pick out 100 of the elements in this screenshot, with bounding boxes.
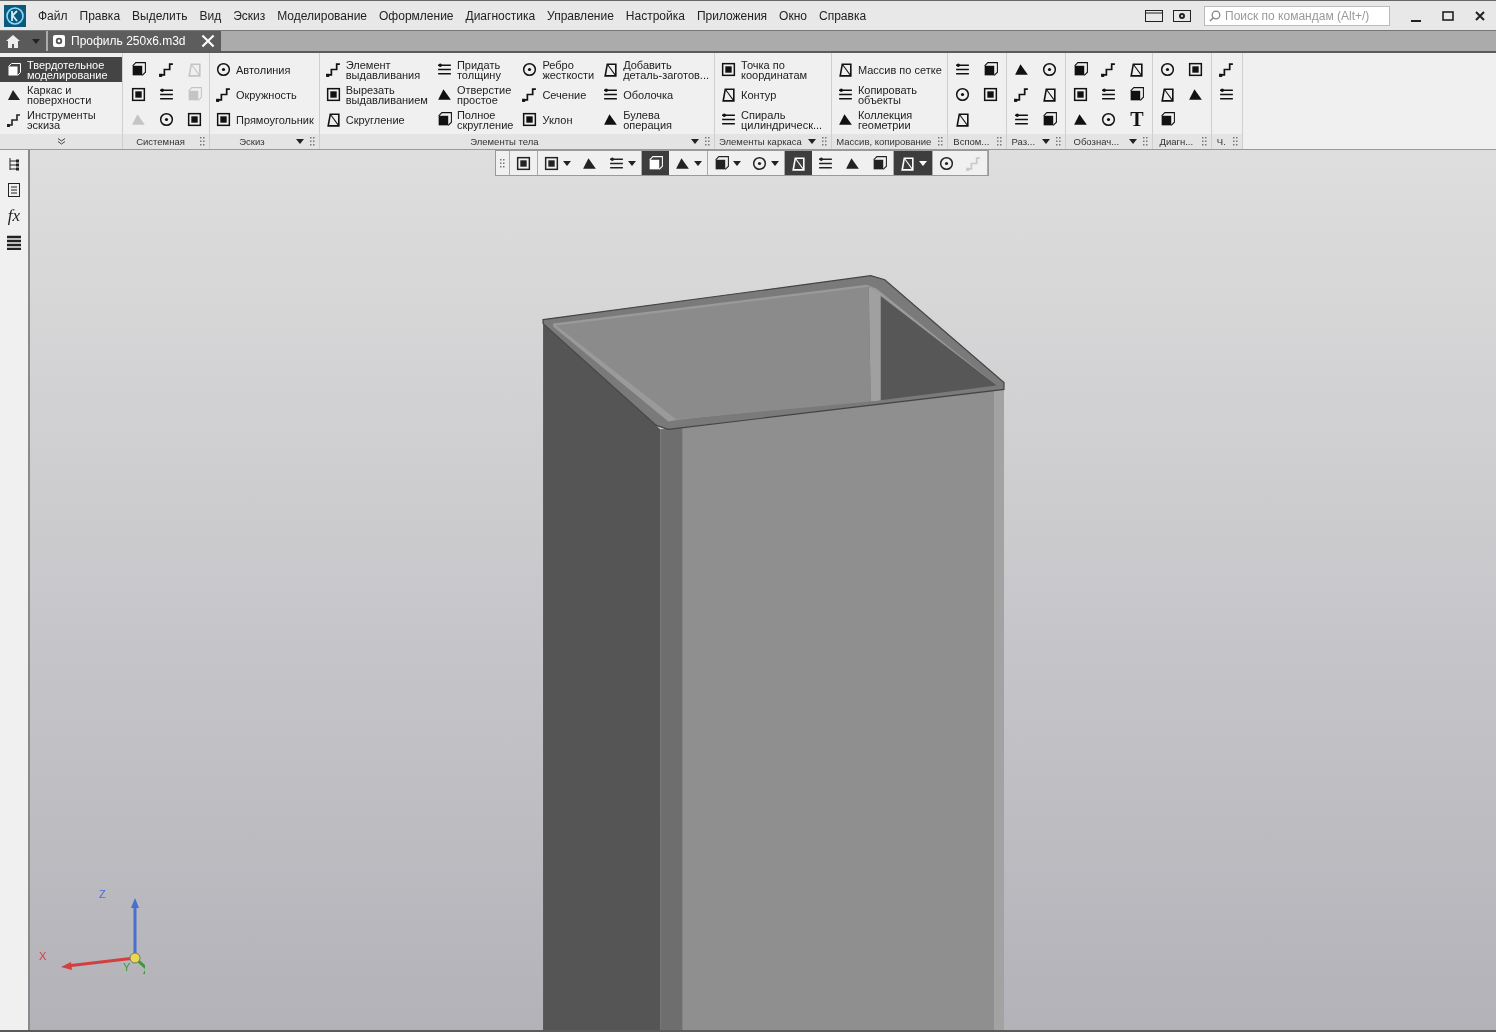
caret-icon[interactable]: [563, 160, 571, 166]
tool-icon: [129, 86, 147, 103]
menu-item[interactable]: Управление: [541, 5, 620, 26]
grip-icon: [1055, 137, 1061, 146]
app-logo-icon: [4, 4, 26, 27]
menu-item[interactable]: Оформление: [373, 5, 460, 26]
ribbon-button[interactable]: Копировать объекты: [834, 82, 944, 107]
view-icon: [899, 154, 916, 172]
grip-icon: [309, 137, 315, 146]
group-title: Эскиз: [238, 136, 266, 147]
tool-icon: [1187, 86, 1205, 103]
mode-button[interactable]: Твердотельное моделирование: [0, 57, 122, 82]
tool-icon: [157, 111, 175, 128]
ribbon-button[interactable]: Уклон: [519, 107, 597, 132]
ribbon-button[interactable]: Контур: [718, 82, 828, 107]
dropdown-caret-icon[interactable]: [1041, 139, 1050, 144]
tool-icon: [602, 86, 620, 103]
tool-icon: [129, 111, 147, 128]
menu-item[interactable]: Эскиз: [227, 5, 272, 26]
mode-button[interactable]: Каркас и поверхности: [0, 82, 122, 107]
menu-item[interactable]: Диагностика: [459, 5, 542, 26]
ribbon-button[interactable]: Вырезать выдавливанием: [322, 82, 430, 107]
grip-icon: [1232, 137, 1238, 146]
grip-icon: [200, 137, 205, 146]
view-button[interactable]: [642, 151, 669, 175]
tool-icon: [1159, 61, 1177, 78]
tool-icon: [1128, 86, 1146, 103]
tool-icon: [324, 61, 342, 78]
dropdown-caret-icon[interactable]: [295, 139, 304, 144]
caret-icon[interactable]: [733, 160, 741, 166]
tool-icon: [324, 111, 342, 128]
expand-chevron-icon[interactable]: [56, 138, 66, 145]
group-title: Системная: [135, 136, 186, 147]
axis-label: Y: [123, 961, 131, 973]
dropdown-caret-icon[interactable]: [691, 139, 700, 144]
view-icon: [790, 154, 807, 172]
list-icon: [6, 182, 22, 198]
menu-item[interactable]: Настройка: [619, 5, 691, 26]
menu-item[interactable]: Вид: [193, 5, 228, 26]
menu-item[interactable]: Справка: [813, 5, 873, 26]
view-button[interactable]: [785, 151, 812, 175]
menu-item[interactable]: Файл: [32, 5, 74, 26]
tool-icon: [954, 111, 972, 128]
tool-icon: [185, 111, 203, 128]
ribbon-button[interactable]: Элемент выдавливания: [322, 57, 430, 82]
view-icon: [515, 154, 532, 172]
tool-icon: [982, 61, 1000, 78]
tool-icon: [1072, 86, 1090, 103]
ribbon-button[interactable]: Ребро жесткости: [519, 57, 597, 82]
tool-icon: [1218, 86, 1236, 103]
ribbon-button[interactable]: Сечение: [519, 82, 597, 107]
menu-item[interactable]: Моделирование: [271, 5, 374, 26]
view-icon: [871, 154, 888, 172]
group-title: Обознач...: [1072, 136, 1121, 147]
tool-icon: [215, 111, 232, 128]
minimize-icon: [1410, 19, 1422, 22]
ribbon-button[interactable]: Спираль цилиндрическ...: [718, 107, 828, 132]
ribbon-button[interactable]: Добавить деталь-заготов...: [600, 57, 712, 82]
tool-icon: [836, 111, 854, 128]
caret-icon[interactable]: [771, 160, 779, 166]
ribbon-button[interactable]: Коллекция геометрии: [834, 107, 944, 132]
ribbon-button[interactable]: Полное скругление: [433, 107, 516, 132]
ribbon-button[interactable]: Прямоугольник: [213, 107, 316, 132]
view-dropdown-button[interactable]: [894, 151, 932, 175]
ribbon-button[interactable]: Окружность: [213, 82, 316, 107]
close-icon[interactable]: [200, 34, 215, 48]
grip-icon: [821, 137, 827, 146]
home-button[interactable]: [0, 31, 26, 51]
grip-icon: [500, 158, 505, 168]
tool-icon: [1100, 111, 1118, 128]
dropdown-caret-icon[interactable]: [807, 139, 816, 144]
tool-icon: [954, 86, 972, 103]
menu-item[interactable]: Выделить: [126, 5, 194, 26]
grip-icon: [996, 137, 1002, 146]
group-title: Вспом...: [952, 136, 991, 147]
variables-button[interactable]: fx: [3, 206, 25, 226]
ribbon-button[interactable]: Оболочка: [600, 82, 712, 107]
mode-button[interactable]: Инструменты эскиза: [0, 107, 122, 132]
ribbon-button[interactable]: Массив по сетке: [834, 57, 944, 82]
menu-item[interactable]: Приложения: [690, 5, 774, 26]
tool-icon: [521, 86, 539, 103]
dropdown-caret-icon[interactable]: [1128, 139, 1137, 144]
ribbon-button[interactable]: Точка по координатам: [718, 57, 828, 82]
view-icon: [965, 154, 982, 172]
caret-icon[interactable]: [694, 160, 702, 166]
caret-icon[interactable]: [628, 160, 636, 166]
grip-icon: [1142, 137, 1148, 146]
menu-item[interactable]: Правка: [73, 5, 127, 26]
document-tab[interactable]: Профиль 250x6.m3d: [48, 31, 221, 51]
ribbon-button[interactable]: Скругление: [322, 107, 430, 132]
tool-icon: [1128, 61, 1146, 78]
text-tool-button[interactable]: T: [1124, 107, 1149, 132]
ribbon-button[interactable]: Отверстие простое: [433, 82, 516, 107]
ribbon-button[interactable]: Придать толщину: [433, 57, 516, 82]
menu-item[interactable]: Окно: [773, 5, 813, 26]
tool-icon: [720, 86, 738, 103]
search-field[interactable]: Поиск по командам (Alt+/): [1204, 5, 1390, 26]
ribbon-button[interactable]: Булева операция: [600, 107, 712, 132]
caret-icon[interactable]: [919, 160, 927, 166]
ribbon-button[interactable]: Автолиния: [213, 57, 316, 82]
